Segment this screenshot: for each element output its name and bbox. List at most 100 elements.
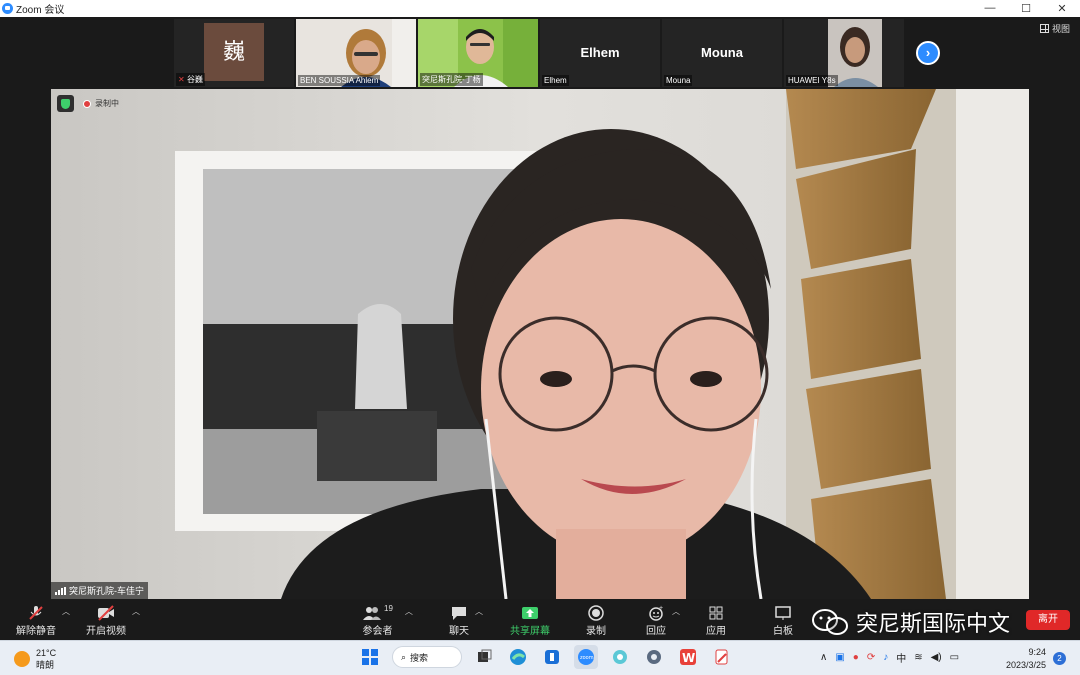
active-speaker-video: 录制中 突尼斯孔院-车佳宁	[51, 89, 1029, 599]
record-icon	[588, 604, 604, 622]
svg-text:zoom: zoom	[580, 655, 594, 661]
chevron-up-icon[interactable]: ︿	[132, 606, 140, 617]
notification-badge[interactable]: 2	[1053, 652, 1066, 665]
close-button[interactable]: ✕	[1044, 2, 1080, 15]
camera-off-icon	[97, 604, 115, 622]
sync-icon[interactable]: ⟳	[867, 652, 875, 663]
system-tray: ∧ ▣ ● ⟳ ♪ 中 ≋ ◀) ▭	[820, 650, 959, 665]
participants-label: 参会者	[362, 626, 393, 637]
mic-muted-icon	[28, 604, 44, 622]
settings-gear-icon[interactable]	[642, 645, 666, 669]
start-video-button[interactable]: 开启视频 ︿	[86, 604, 140, 637]
apps-button[interactable]: 应用	[706, 604, 726, 637]
recording-label: 录制中	[95, 99, 119, 108]
meeting-stage: 巍 ✕ 谷巍 BEN SOUSSIA Ahlem 突尼斯孔院-丁杨 Elhem …	[0, 17, 1080, 600]
share-screen-button[interactable]: 共享屏幕	[510, 604, 550, 637]
thumbnail-tile[interactable]: Elhem Elhem	[540, 19, 660, 87]
microphone-icon[interactable]: ♪	[883, 652, 888, 663]
chevron-up-icon[interactable]: ︿	[475, 606, 483, 617]
participants-icon: 19	[362, 604, 393, 622]
tray-app-icon[interactable]: ▣	[835, 652, 844, 663]
watermark-text: 突尼斯国际中文	[856, 612, 1011, 637]
system-clock[interactable]: 9:24 2023/3/25	[1006, 646, 1046, 672]
leave-button[interactable]: 离开	[1026, 610, 1070, 630]
active-speaker-name: 突尼斯孔院-车佳宁	[51, 582, 148, 599]
window-controls: — ☐ ✕	[972, 2, 1080, 15]
apps-icon	[708, 604, 724, 622]
chat-button[interactable]: 聊天 ︿	[449, 604, 483, 637]
zoom-app-icon	[2, 3, 13, 14]
sun-icon	[14, 651, 30, 667]
reactions-button[interactable]: + 回应 ︿	[646, 604, 680, 637]
view-button-label: 视图	[1051, 24, 1070, 34]
snipping-tool-icon[interactable]	[710, 645, 734, 669]
participant-display-name: Mouna	[701, 45, 743, 60]
record-button[interactable]: 录制	[586, 604, 606, 637]
windows-taskbar: 21°C 晴朗 ⌕ 搜索 zoom W ∧ ▣ ● ⟳ ♪ 中 ≋ ◀) ▭ 9…	[0, 640, 1080, 675]
thumbnail-tile[interactable]: Mouna Mouna	[662, 19, 782, 87]
app-icon[interactable]	[540, 645, 564, 669]
chevron-up-icon[interactable]: ︿	[405, 606, 413, 617]
search-label: 搜索	[410, 652, 429, 663]
windows-start-icon[interactable]	[358, 645, 382, 669]
tray-app-icon[interactable]: ●	[853, 652, 859, 663]
taskbar-apps: ⌕ 搜索 zoom W	[358, 645, 734, 669]
participant-name: HUAWEI Y8s	[786, 75, 838, 86]
speaker-video-frame	[51, 89, 1029, 599]
participants-button[interactable]: 19 参会者 ︿	[362, 604, 412, 637]
chat-icon	[451, 604, 467, 622]
thumbnail-tile[interactable]: 突尼斯孔院-丁杨	[418, 19, 538, 87]
participant-name: ✕ 谷巍	[176, 73, 205, 86]
record-label: 录制	[586, 626, 606, 637]
emoji-icon: +	[648, 604, 664, 622]
record-dot-icon	[83, 99, 91, 108]
chat-app-icon[interactable]	[608, 645, 632, 669]
temperature: 21°C	[36, 648, 57, 658]
whiteboard-button[interactable]: 白板	[773, 604, 793, 637]
edge-browser-icon[interactable]	[506, 645, 530, 669]
clock-time: 9:24	[1028, 647, 1046, 657]
encryption-shield-icon[interactable]	[57, 95, 74, 112]
thumbnail-strip: 巍 ✕ 谷巍 BEN SOUSSIA Ahlem 突尼斯孔院-丁杨 Elhem …	[174, 19, 904, 87]
avatar: 巍	[204, 23, 264, 81]
recording-indicator[interactable]: 录制中	[83, 98, 119, 109]
apps-label: 应用	[706, 626, 726, 637]
whiteboard-label: 白板	[773, 626, 793, 637]
battery-icon[interactable]: ▭	[950, 652, 959, 663]
input-method-indicator[interactable]: 中	[896, 650, 906, 665]
mic-muted-icon: ✕	[178, 75, 187, 84]
maximize-button[interactable]: ☐	[1008, 2, 1044, 15]
share-screen-icon	[521, 604, 539, 622]
wifi-icon[interactable]: ≋	[914, 652, 922, 663]
window-title: Zoom 会议	[16, 5, 65, 16]
reactions-label: 回应	[646, 626, 666, 637]
view-button[interactable]: 视图	[1039, 22, 1070, 35]
signal-bars-icon	[55, 586, 66, 595]
volume-icon[interactable]: ◀)	[931, 652, 942, 663]
search-icon: ⌕	[401, 651, 407, 662]
minimize-button[interactable]: —	[972, 2, 1008, 15]
participant-name: Elhem	[542, 75, 569, 86]
task-view-icon[interactable]	[472, 645, 496, 669]
wechat-watermark: 突尼斯国际中文	[810, 606, 1010, 638]
chevron-up-icon[interactable]: ︿	[672, 606, 680, 617]
weather-condition: 晴朗	[36, 660, 55, 670]
chevron-up-icon[interactable]: ︿	[62, 606, 70, 617]
wechat-logo-icon	[810, 607, 850, 637]
grid-icon	[1039, 24, 1049, 33]
unmute-button[interactable]: 解除静音 ︿	[16, 604, 70, 637]
participant-name: BEN SOUSSIA Ahlem	[298, 75, 381, 86]
share-screen-label: 共享屏幕	[510, 626, 550, 637]
start-video-label: 开启视频	[86, 626, 126, 637]
thumbnail-tile[interactable]: 巍 ✕ 谷巍	[174, 19, 294, 87]
taskbar-search[interactable]: ⌕ 搜索	[392, 646, 462, 668]
next-page-button[interactable]: ›	[916, 41, 940, 65]
zoom-taskbar-icon[interactable]: zoom	[574, 645, 598, 669]
wps-office-icon[interactable]: W	[676, 645, 700, 669]
chevron-up-icon[interactable]: ∧	[820, 652, 827, 663]
svg-text:+: +	[659, 605, 663, 612]
participant-display-name: Elhem	[580, 45, 620, 60]
weather-widget[interactable]: 21°C 晴朗	[14, 647, 56, 671]
thumbnail-tile[interactable]: HUAWEI Y8s	[784, 19, 904, 87]
thumbnail-tile[interactable]: BEN SOUSSIA Ahlem	[296, 19, 416, 87]
